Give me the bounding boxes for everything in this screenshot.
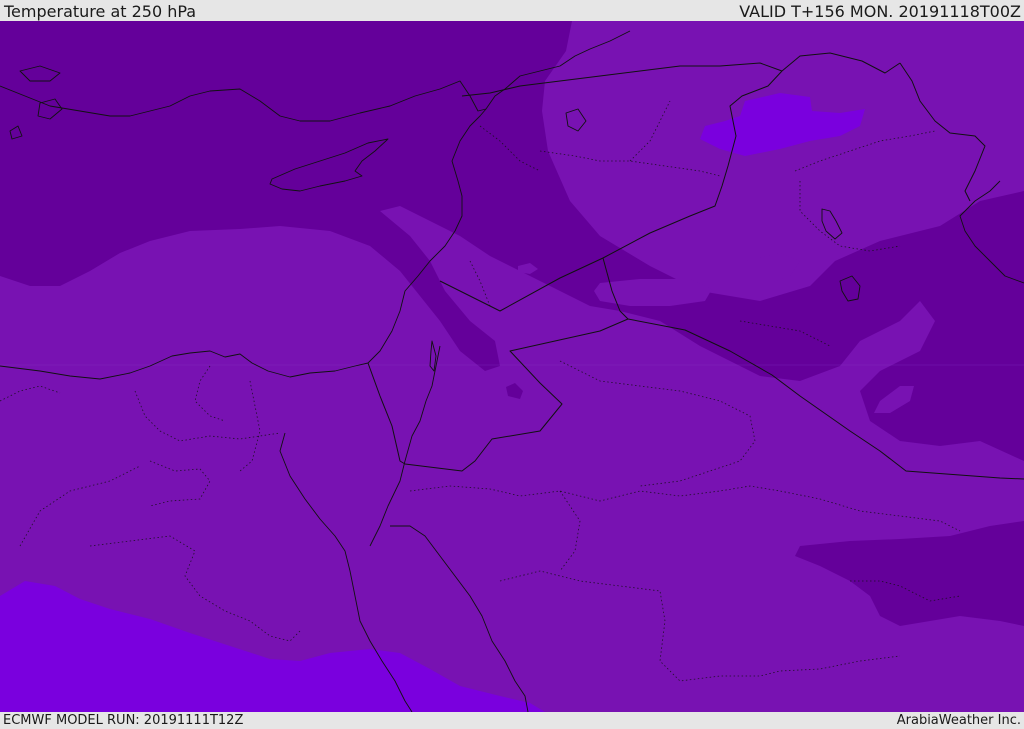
- footer-bar: ECMWF MODEL RUN: 20191111T12Z ArabiaWeat…: [0, 712, 1024, 729]
- map-title: Temperature at 250 hPa: [4, 2, 197, 21]
- title-bar: Temperature at 250 hPa VALID T+156 MON. …: [0, 0, 1024, 21]
- temperature-map: [0, 21, 1024, 712]
- weather-map-page: Temperature at 250 hPa VALID T+156 MON. …: [0, 0, 1024, 729]
- map-canvas: [0, 21, 1024, 712]
- model-run-label: ECMWF MODEL RUN: 20191111T12Z: [3, 713, 244, 728]
- credit-label: ArabiaWeather Inc.: [896, 713, 1021, 728]
- temperature-band-mid-island: [594, 279, 712, 306]
- valid-time-label: VALID T+156 MON. 20191118T00Z: [739, 2, 1021, 21]
